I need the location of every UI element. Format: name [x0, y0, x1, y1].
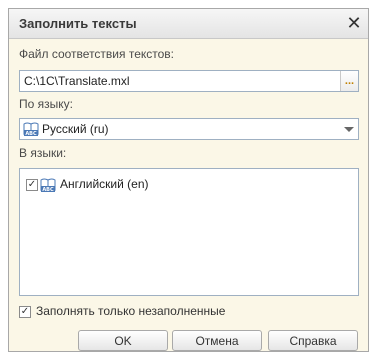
ok-button[interactable]: OK [78, 330, 168, 351]
fill-texts-dialog: Заполнить тексты ✕ Файл соответствия тек… [8, 8, 369, 352]
book-abc-icon: ABC [40, 178, 56, 192]
help-button[interactable]: Справка [268, 330, 358, 351]
only-empty-option[interactable]: ✓ Заполнять только незаполненные [19, 304, 339, 320]
list-item-label: Английский (en) [60, 177, 149, 191]
file-path-value: C:\1C\Translate.mxl [24, 74, 130, 88]
title-bar: Заполнить тексты ✕ [9, 9, 368, 39]
list-item[interactable]: ✓ ABC Английский (en) [26, 177, 346, 193]
file-label: Файл соответствия текстов: [19, 47, 174, 61]
close-icon[interactable]: ✕ [344, 13, 364, 33]
svg-text:ABC: ABC [42, 187, 54, 192]
chevron-down-icon[interactable] [340, 119, 358, 139]
file-path-input[interactable]: C:\1C\Translate.mxl ... [19, 70, 359, 92]
only-empty-checkbox[interactable]: ✓ [19, 306, 31, 318]
only-empty-label: Заполнять только незаполненные [36, 304, 226, 318]
svg-text:ABC: ABC [25, 131, 37, 136]
from-language-select[interactable]: ABC Русский (ru) [19, 118, 359, 140]
checkbox-english[interactable]: ✓ [26, 179, 38, 191]
dialog-title: Заполнить тексты [19, 16, 137, 31]
from-language-value: Русский (ru) [42, 122, 109, 136]
cancel-button[interactable]: Отмена [172, 330, 262, 351]
from-language-label: По языку: [19, 97, 73, 111]
book-abc-icon: ABC [23, 122, 39, 136]
to-languages-label: В языки: [19, 146, 67, 160]
to-languages-list[interactable]: ✓ ABC Английский (en) [19, 168, 359, 296]
browse-button[interactable]: ... [340, 71, 358, 91]
